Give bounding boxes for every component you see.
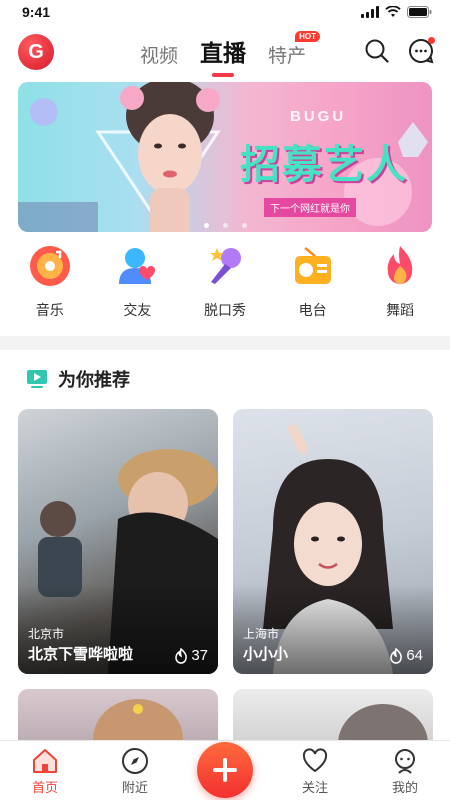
live-card[interactable]: 北京市 北京下雪哗啦啦 37 xyxy=(18,409,218,674)
app-logo[interactable]: G xyxy=(18,34,54,70)
card-heat-value: 64 xyxy=(406,647,423,664)
wifi-icon xyxy=(385,6,401,17)
profile-icon xyxy=(395,749,415,774)
live-card[interactable]: 上海市 小小小 64 xyxy=(233,409,433,674)
category-label: 脱口秀 xyxy=(203,303,246,319)
home-icon xyxy=(33,749,57,773)
hot-badge: HOT xyxy=(295,31,321,42)
pager-dot[interactable] xyxy=(241,223,247,228)
card-heat-value: 37 xyxy=(191,647,208,664)
card-heat: 64 xyxy=(389,647,423,664)
signal-icon xyxy=(361,6,379,18)
battery-icon xyxy=(407,6,432,18)
card-title: 北京下雪哗啦啦 xyxy=(28,645,134,663)
banner-title: 招募艺人 xyxy=(240,142,408,188)
card-city: 上海市 xyxy=(243,627,280,641)
tab-live[interactable]: 直播 xyxy=(200,34,246,68)
go-live-button[interactable] xyxy=(197,742,253,798)
message-button[interactable] xyxy=(408,37,435,64)
card-city: 北京市 xyxy=(28,627,65,641)
tab-specialty[interactable]: 特产 HOT xyxy=(268,31,321,68)
banner-subtitle: 下一个网红就是你 xyxy=(264,198,356,217)
flame-icon xyxy=(387,246,413,284)
nav-nearby[interactable]: 附近 xyxy=(90,741,180,800)
category-friends[interactable]: 交友 xyxy=(101,244,173,324)
compass-icon xyxy=(122,748,148,774)
status-time: 9:41 xyxy=(22,4,51,20)
category-music[interactable]: 音乐 xyxy=(14,244,86,324)
category-label: 交友 xyxy=(123,303,152,319)
promo-banner[interactable]: BUGU 招募艺人 下一个网红就是你 xyxy=(18,82,432,232)
music-note-icon xyxy=(29,246,70,286)
card-title: 小小小 xyxy=(243,645,289,663)
nav-follow[interactable]: 关注 xyxy=(270,741,360,800)
category-label: 电台 xyxy=(298,303,327,319)
category-talkshow[interactable]: 脱口秀 xyxy=(189,244,261,324)
top-nav: G 视频 直播 特产 HOT xyxy=(0,26,450,78)
flame-icon xyxy=(175,647,188,664)
pager-dot[interactable] xyxy=(203,223,209,228)
top-tabs: 视频 直播 特产 HOT xyxy=(140,31,321,68)
unread-dot xyxy=(428,37,435,44)
banner-portrait xyxy=(120,82,220,232)
nav-profile[interactable]: 我的 xyxy=(360,741,450,800)
top-actions xyxy=(364,37,435,64)
microphone-star-icon xyxy=(209,248,241,284)
nav-label: 首页 xyxy=(31,781,58,796)
category-radio[interactable]: 电台 xyxy=(277,244,349,324)
radio-icon xyxy=(294,247,331,284)
tab-video[interactable]: 视频 xyxy=(140,41,178,68)
banner-pager xyxy=(18,223,432,228)
category-label: 舞蹈 xyxy=(386,303,415,319)
logo-letter: G xyxy=(28,40,44,63)
category-label: 音乐 xyxy=(35,303,64,319)
pager-dot[interactable] xyxy=(222,223,228,228)
nav-label: 我的 xyxy=(391,781,418,796)
plus-icon xyxy=(213,758,237,782)
nav-label: 附近 xyxy=(121,781,148,796)
recommend-title: 为你推荐 xyxy=(58,370,130,391)
nav-home[interactable]: 首页 xyxy=(0,741,90,800)
card-heat: 37 xyxy=(174,647,208,664)
status-bar: 9:41 xyxy=(0,0,450,26)
tv-icon xyxy=(27,370,47,388)
section-divider xyxy=(0,336,450,350)
status-icons xyxy=(361,6,432,18)
nav-label: 关注 xyxy=(301,781,328,796)
flame-icon xyxy=(390,647,403,664)
friend-heart-icon xyxy=(119,248,156,284)
banner-brand: BUGU xyxy=(290,108,347,125)
recommend-header: 为你推荐 xyxy=(26,366,130,392)
category-row: 音乐 交友 脱口秀 电台 舞蹈 xyxy=(0,244,450,324)
tab-specialty-label: 特产 xyxy=(268,45,307,67)
heart-icon xyxy=(302,748,328,773)
search-icon xyxy=(365,39,389,63)
category-dance[interactable]: 舞蹈 xyxy=(364,244,436,324)
search-button[interactable] xyxy=(364,38,390,64)
